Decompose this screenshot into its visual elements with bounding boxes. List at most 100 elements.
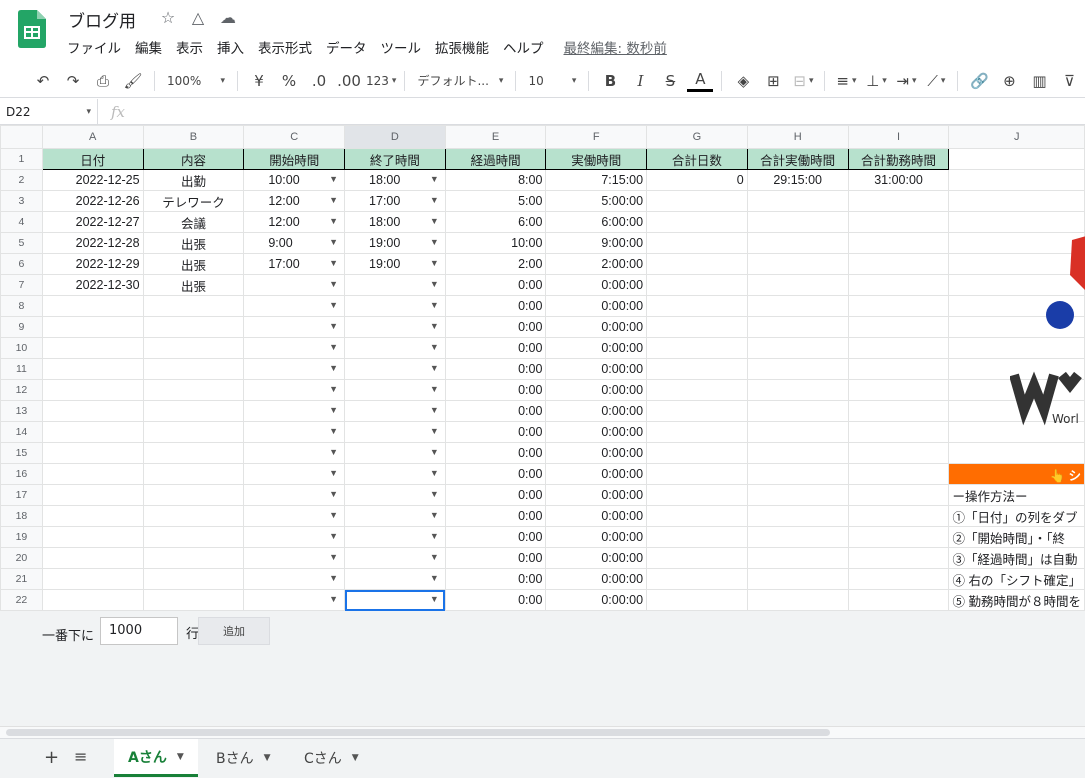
start-time-cell[interactable]: 10:00 ▼ [243, 169, 346, 191]
instruction-cell[interactable]: 👆 シ [948, 463, 1085, 485]
working-time-cell[interactable]: 0:00:00 [545, 295, 648, 317]
header-cell[interactable]: 内容 [142, 148, 245, 170]
working-time-cell[interactable]: 0:00:00 [545, 400, 648, 422]
total-duty-time-cell[interactable] [847, 190, 950, 212]
total-working-time-cell[interactable] [746, 253, 849, 275]
header-cell[interactable]: 合計実働時間 [746, 148, 849, 170]
menu-format[interactable]: 表示形式 [258, 37, 312, 57]
elapsed-time-cell[interactable]: 0:00 [444, 358, 547, 380]
total-days-cell[interactable] [646, 568, 748, 590]
start-time-cell[interactable]: ▼ [243, 505, 346, 527]
end-time-cell[interactable]: ▼ [344, 589, 446, 611]
row-header[interactable]: 18 [0, 505, 43, 527]
header-cell[interactable]: 開始時間 [243, 148, 346, 170]
total-working-time-cell[interactable] [746, 316, 849, 338]
start-time-cell[interactable]: 17:00 ▼ [243, 253, 346, 275]
dropdown-chevron-icon[interactable]: ▼ [329, 300, 338, 310]
merge-cells-icon[interactable]: ⊟ [790, 68, 816, 94]
content-cell[interactable] [142, 379, 245, 401]
date-cell[interactable] [41, 589, 144, 611]
end-time-cell[interactable]: ▼ [344, 463, 446, 485]
content-cell[interactable] [142, 421, 245, 443]
dropdown-chevron-icon[interactable]: ▼ [430, 468, 439, 478]
dropdown-chevron-icon[interactable]: ▼ [329, 363, 338, 373]
dropdown-chevron-icon[interactable]: ▼ [329, 447, 338, 457]
date-cell[interactable]: 2022-12-28 [41, 232, 144, 254]
elapsed-time-cell[interactable]: 0:00 [444, 568, 547, 590]
row-header[interactable]: 11 [0, 358, 43, 380]
total-days-cell[interactable] [646, 190, 748, 212]
dropdown-chevron-icon[interactable]: ▼ [329, 279, 338, 289]
row-header[interactable]: 4 [0, 211, 43, 233]
total-duty-time-cell[interactable] [847, 442, 950, 464]
row-header[interactable]: 9 [0, 316, 43, 338]
column-header[interactable]: E [444, 125, 547, 149]
total-duty-time-cell[interactable] [847, 337, 950, 359]
total-duty-time-cell[interactable] [847, 568, 950, 590]
end-time-cell[interactable]: 18:00 ▼ [344, 169, 446, 191]
working-time-cell[interactable]: 0:00:00 [545, 484, 648, 506]
date-cell[interactable] [41, 505, 144, 527]
working-time-cell[interactable]: 5:00:00 [545, 190, 648, 212]
start-time-cell[interactable]: ▼ [243, 274, 346, 296]
more-formats-select[interactable]: 123 [366, 68, 396, 94]
working-time-cell[interactable]: 0:00:00 [545, 358, 648, 380]
row-header[interactable]: 17 [0, 484, 43, 506]
content-cell[interactable] [142, 568, 245, 590]
row-header[interactable]: 12 [0, 379, 43, 401]
total-days-cell[interactable] [646, 232, 748, 254]
end-time-cell[interactable]: ▼ [344, 400, 446, 422]
sheet-tab-b[interactable]: Bさん ▼ [202, 739, 285, 777]
end-time-cell[interactable]: 19:00 ▼ [344, 232, 446, 254]
working-time-cell[interactable]: 6:00:00 [545, 211, 648, 233]
working-time-cell[interactable]: 0:00:00 [545, 337, 648, 359]
dropdown-chevron-icon[interactable]: ▼ [430, 552, 439, 562]
instruction-cell[interactable] [948, 169, 1085, 191]
working-time-cell[interactable]: 0:00:00 [545, 568, 648, 590]
dropdown-chevron-icon[interactable]: ▼ [430, 426, 439, 436]
total-working-time-cell[interactable] [746, 379, 849, 401]
instruction-cell[interactable] [948, 211, 1085, 233]
dropdown-chevron-icon[interactable]: ▼ [430, 342, 439, 352]
instruction-cell[interactable]: ⑤ 勤務時間が８時間を [948, 589, 1085, 611]
content-cell[interactable]: 出張 [142, 253, 245, 275]
document-title[interactable]: ブログ用 [68, 7, 136, 32]
total-days-cell[interactable] [646, 463, 748, 485]
elapsed-time-cell[interactable]: 0:00 [444, 484, 547, 506]
date-cell[interactable] [41, 526, 144, 548]
last-edit-link[interactable]: 最終編集: 数秒前 [564, 37, 667, 57]
total-working-time-cell[interactable] [746, 274, 849, 296]
menu-view[interactable]: 表示 [176, 37, 203, 57]
instruction-cell[interactable]: ①「日付」の列をダブ [948, 505, 1085, 527]
total-days-cell[interactable] [646, 547, 748, 569]
column-header[interactable]: J [948, 125, 1085, 149]
content-cell[interactable] [142, 589, 245, 611]
total-duty-time-cell[interactable] [847, 505, 950, 527]
insert-chart-icon[interactable]: ▥ [1026, 68, 1052, 94]
start-time-cell[interactable]: ▼ [243, 526, 346, 548]
dropdown-chevron-icon[interactable]: ▼ [430, 594, 439, 604]
sheet-tab-a[interactable]: Aさん ▼ [114, 739, 198, 777]
total-days-cell[interactable] [646, 421, 748, 443]
undo-icon[interactable]: ↶ [30, 68, 56, 94]
borders-icon[interactable]: ⊞ [760, 68, 786, 94]
content-cell[interactable] [142, 400, 245, 422]
star-icon[interactable]: ☆ [158, 8, 178, 27]
date-cell[interactable] [41, 568, 144, 590]
start-time-cell[interactable]: 9:00 ▼ [243, 232, 346, 254]
date-cell[interactable]: 2022-12-25 [41, 169, 144, 191]
start-time-cell[interactable]: 12:00 ▼ [243, 190, 346, 212]
dropdown-chevron-icon[interactable]: ▼ [430, 174, 439, 184]
elapsed-time-cell[interactable]: 6:00 [444, 211, 547, 233]
header-cell[interactable]: 終了時間 [344, 148, 446, 170]
working-time-cell[interactable]: 0:00:00 [545, 526, 648, 548]
dropdown-chevron-icon[interactable]: ▼ [329, 405, 338, 415]
end-time-cell[interactable]: ▼ [344, 484, 446, 506]
end-time-cell[interactable]: 19:00 ▼ [344, 253, 446, 275]
row-header[interactable]: 15 [0, 442, 43, 464]
font-size-select[interactable]: 10 [524, 68, 580, 94]
date-cell[interactable] [41, 484, 144, 506]
content-cell[interactable] [142, 484, 245, 506]
end-time-cell[interactable]: ▼ [344, 358, 446, 380]
horizontal-align-icon[interactable]: ≡ [833, 68, 859, 94]
